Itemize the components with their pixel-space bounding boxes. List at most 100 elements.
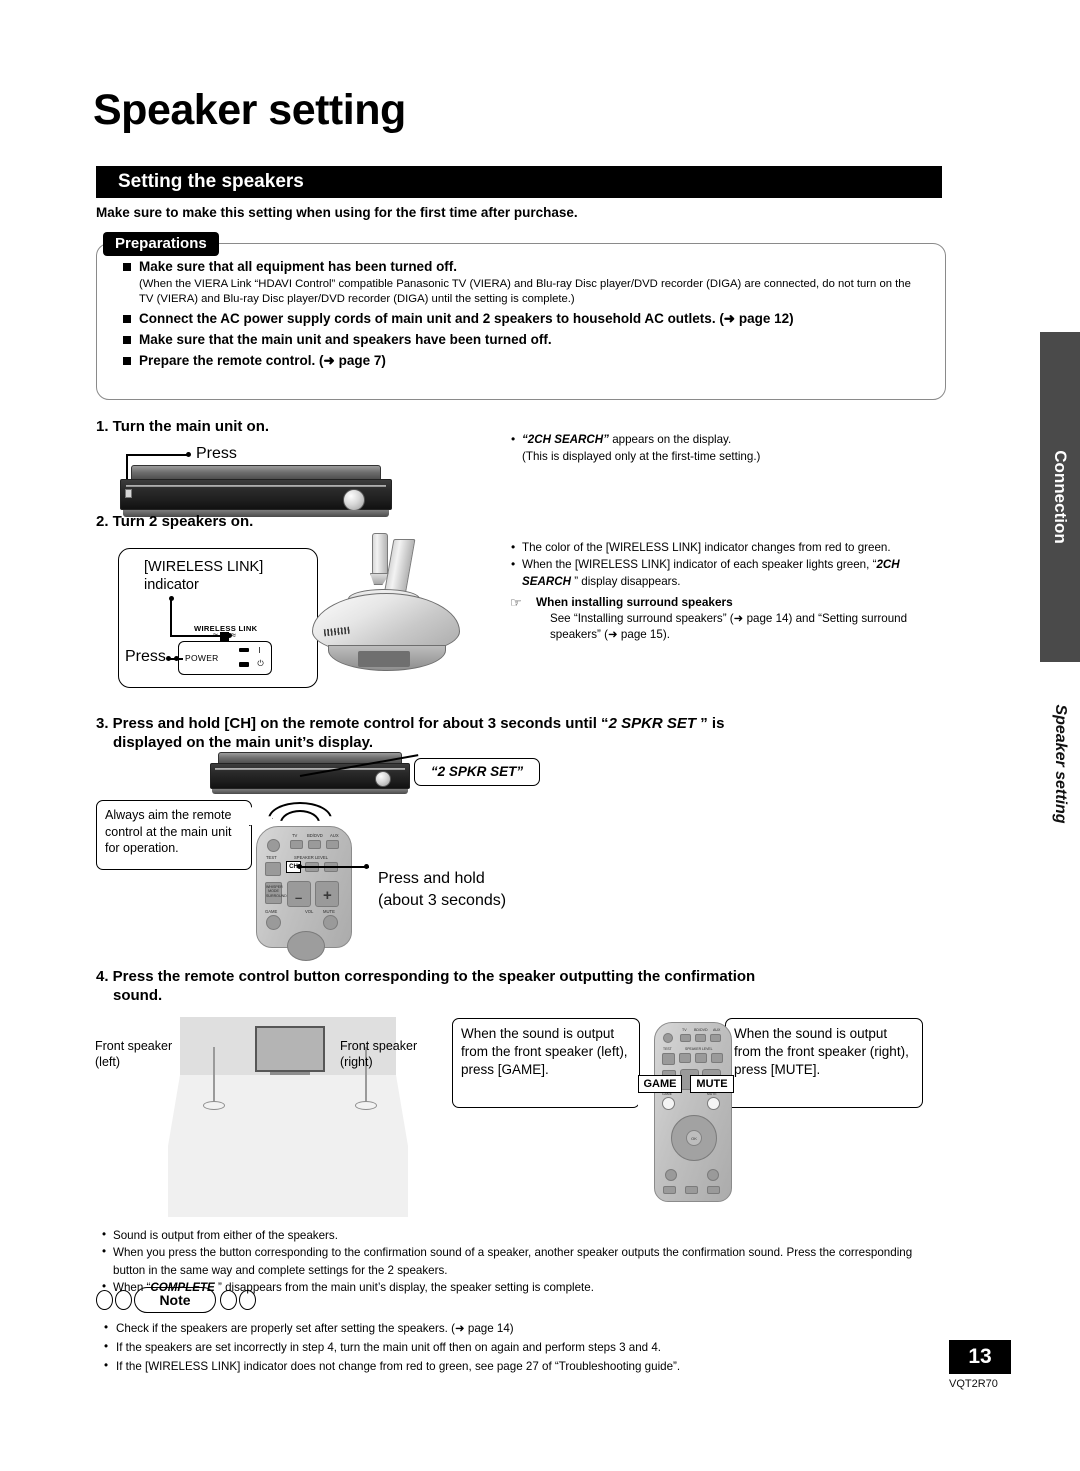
note-line: “2CH SEARCH” appears on the display. <box>510 431 940 449</box>
remote-tv-button[interactable] <box>680 1034 691 1042</box>
remote-label-bddvd: BD/DVD <box>694 1028 708 1032</box>
note-deco-circle <box>115 1290 132 1310</box>
standby-symbol: ⏻ <box>257 659 264 668</box>
room-floor <box>168 1075 408 1217</box>
note-badge: Note <box>96 1287 286 1313</box>
speaker-left-pole <box>213 1047 215 1105</box>
remote-mute-button[interactable] <box>323 915 338 930</box>
note-line: Sound is output from either of the speak… <box>100 1226 930 1244</box>
remote-level-down-button[interactable] <box>695 1053 707 1063</box>
preparations-tag: Preparations <box>103 232 219 256</box>
press-label: Press <box>125 648 166 665</box>
leader-line-horizontal <box>299 866 369 868</box>
remote-bottom-button-3[interactable] <box>707 1186 720 1194</box>
display-callout-bubble: “2 SPKR SET” <box>414 758 540 786</box>
main-unit-base <box>212 788 408 794</box>
side-tab-speaker-setting: Speaker setting <box>1040 664 1080 864</box>
bullet-square-icon <box>123 263 131 271</box>
remote-bddvd-button[interactable] <box>308 840 321 849</box>
remote-mute-button[interactable] <box>707 1097 720 1110</box>
keycap-mute[interactable]: MUTE <box>690 1075 734 1093</box>
note-line: When you press the button corresponding … <box>100 1243 930 1279</box>
note-line: The color of the [WIRELESS LINK] indicat… <box>510 539 950 557</box>
main-unit-front-stripe <box>126 484 386 487</box>
remote-label-tv: TV <box>292 833 298 838</box>
led-spark-right-icon: ≈ <box>231 630 236 640</box>
step-4-title-line1: 4. Press the remote control button corre… <box>96 968 756 985</box>
step-3-title-line1: 3. Press and hold [CH] on the remote con… <box>96 715 725 732</box>
press-and-hold-line2: (about 3 seconds) <box>378 891 507 909</box>
side-tab-connection: Connection <box>1040 332 1080 662</box>
main-unit-volume-knob <box>375 770 391 787</box>
remote-game-button[interactable] <box>266 915 281 930</box>
side-tab-speaker-setting-label: Speaker setting <box>1052 704 1069 824</box>
remote-label-bddvd: BD/DVD <box>307 833 323 838</box>
remote-control-step3: TV BD/DVD AUX TEST SPEAKER LEVEL CH WHIS… <box>256 826 352 961</box>
preparation-heading: Connect the AC power supply cords of mai… <box>139 311 794 327</box>
remote-label-aux: AUX <box>713 1028 721 1032</box>
preparation-item: Make sure that all equipment has been tu… <box>123 258 928 276</box>
remote-power-button[interactable] <box>663 1033 673 1043</box>
speaker-power-panel: POWER I ⏻ <box>178 641 272 675</box>
keycap-game[interactable]: GAME <box>638 1075 682 1093</box>
remote-aux-button[interactable] <box>710 1034 721 1042</box>
remote-tv-button[interactable] <box>290 840 303 849</box>
preparation-subtext: (When the VIERA Link “HDAVI Control” com… <box>139 278 911 306</box>
remote-label-game: GAME <box>265 909 278 914</box>
surround-speaker-tip: ☞ When installing surround speakers See … <box>510 594 950 643</box>
led-spark-left-icon: ≈ <box>213 630 218 640</box>
remote-power-button[interactable] <box>267 839 280 852</box>
step-4-title-line2: sound. <box>113 987 163 1005</box>
remote-label-mute: MUTE <box>323 909 335 914</box>
switch-down-icon <box>239 662 249 667</box>
preparation-item: Connect the AC power supply cords of mai… <box>123 310 928 328</box>
main-unit-front-stripe <box>214 768 406 770</box>
note-deco-circle <box>239 1290 256 1310</box>
remote-label-speaker-level: SPEAKER LEVEL <box>685 1047 713 1051</box>
speaker-port <box>358 651 410 667</box>
remote-label-tv: TV <box>682 1028 687 1032</box>
step-4-title: 4. Press the remote control button corre… <box>96 967 956 1005</box>
step-1-notes: “2CH SEARCH” appears on the display. (Th… <box>510 431 940 466</box>
remote-label-aux: AUX <box>330 833 339 838</box>
remote-minus-icon: – <box>295 890 303 905</box>
remote-level-up-button[interactable] <box>711 1053 723 1063</box>
remote-game-button[interactable] <box>662 1097 675 1110</box>
remote-label-whisper: WHISPER MODE SURROUND <box>266 885 287 898</box>
note-list: Check if the speakers are properly set a… <box>100 1319 930 1377</box>
bubble-game-text: When the sound is output from the front … <box>461 1026 628 1078</box>
remote-secondary-button-1[interactable] <box>665 1169 677 1181</box>
tip-text: See “Installing surround speakers” (➜ pa… <box>550 612 908 642</box>
remote-dpad[interactable] <box>287 931 325 961</box>
remote-test-button[interactable] <box>662 1053 675 1065</box>
bubble-mute-instruction: When the sound is output from the front … <box>725 1018 923 1108</box>
power-on-symbol: I <box>258 646 261 655</box>
leader-line-vertical <box>170 598 172 636</box>
remote-bottom-button-2[interactable] <box>685 1186 698 1194</box>
remote-test-button[interactable] <box>265 862 281 876</box>
step-2-notes: The color of the [WIRELESS LINK] indicat… <box>510 539 950 644</box>
remote-ok-button[interactable]: OK <box>686 1130 702 1146</box>
note-item: Check if the speakers are properly set a… <box>100 1319 930 1339</box>
front-speaker-right-label: Front speaker (right) <box>340 1039 418 1070</box>
remote-bottom-button-1[interactable] <box>663 1186 676 1194</box>
step-2-title: 2. Turn 2 speakers on. <box>96 513 254 530</box>
remote-aux-button[interactable] <box>326 840 339 849</box>
tip-title: When installing surround speakers <box>536 595 733 610</box>
remote-secondary-button-2[interactable] <box>707 1169 719 1181</box>
note-deco-circle <box>220 1290 237 1310</box>
model-code: VQT2R70 <box>949 1378 998 1390</box>
intro-text: Make sure to make this setting when usin… <box>96 205 578 220</box>
remote-ch-button[interactable] <box>679 1053 691 1063</box>
manual-page: Speaker setting Setting the speakers Mak… <box>0 0 1080 1471</box>
preparations-list: Make sure that all equipment has been tu… <box>123 258 928 372</box>
page-number-badge: 13 <box>949 1340 1011 1374</box>
aim-remote-text: Always aim the remote control at the mai… <box>105 808 232 856</box>
step-2-callout: [WIRELESS LINK] indicator POWER I ⏻ WIRE… <box>118 548 318 688</box>
remote-label-speaker-level: SPEAKER LEVEL <box>294 855 328 860</box>
pointing-hand-icon: ☞ <box>510 595 522 611</box>
step-3-title-line2: displayed on the main unit’s display. <box>113 734 374 752</box>
note-line: When the [WIRELESS LINK] indicator of ea… <box>510 556 950 590</box>
remote-bddvd-button[interactable] <box>695 1034 706 1042</box>
note-item: If the [WIRELESS LINK] indicator does no… <box>100 1357 930 1377</box>
